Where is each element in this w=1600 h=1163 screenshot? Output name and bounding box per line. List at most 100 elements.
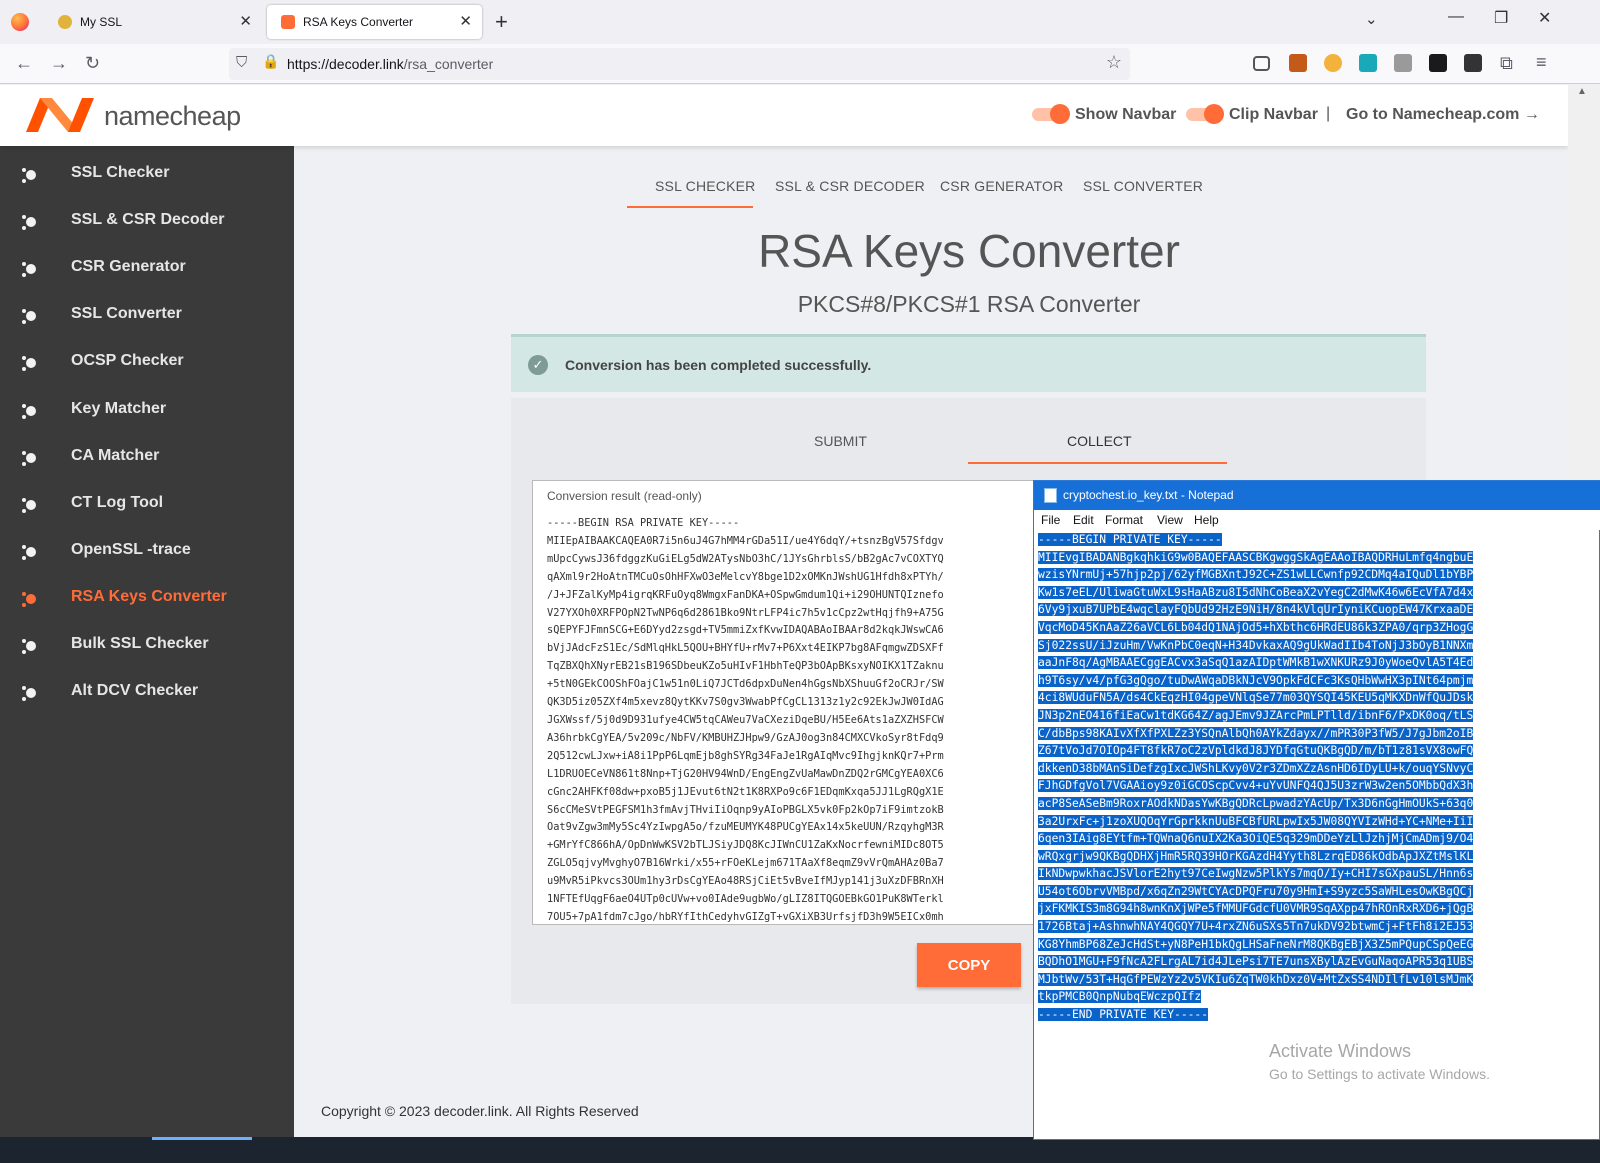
close-tab-icon[interactable]: ✕ xyxy=(459,12,472,30)
success-alert: ✓ Conversion has been completed successf… xyxy=(511,334,1426,392)
extension-a-icon[interactable] xyxy=(1429,54,1447,72)
extension-library-icon[interactable] xyxy=(1394,54,1412,72)
sidebar-item-label: CA Matcher xyxy=(71,446,160,464)
header-separator: | xyxy=(1326,105,1331,122)
extension-save-icon[interactable] xyxy=(1359,54,1377,72)
nodes-icon xyxy=(22,639,36,654)
tracking-shield-icon[interactable]: ⛉ xyxy=(236,54,247,71)
result-line: 1NFTEfUqgF6aeO4UTp0cUVw+vo0IAde9ugbWo/gL… xyxy=(547,893,944,906)
url-path: /rsa_converter xyxy=(403,56,494,72)
result-line: bVjJAdcFzS1Ec/SdMlqHkL5QOU+BHYfU+rMv7+P6… xyxy=(547,642,944,655)
show-navbar-toggle[interactable] xyxy=(1032,104,1070,124)
notepad-line: acP8SeASeBm9RoxrAOdkNDasYwKBgQDRcLpwadzY… xyxy=(1038,795,1578,813)
selected-text: MJbtWv/53T+HqGfPEWzYz2v5VKIu6ZqTW0khDxz0… xyxy=(1038,972,1474,986)
tab-csr-generator[interactable]: CSR GENERATOR xyxy=(940,178,1063,194)
sidebar-item[interactable]: Alt DCV Checker xyxy=(0,672,294,719)
lock-favicon-icon xyxy=(58,15,72,29)
nodes-icon xyxy=(22,356,36,372)
sidebar-item[interactable]: Bulk SSL Checker xyxy=(0,625,294,672)
sidebar-item[interactable]: OpenSSL -trace xyxy=(0,531,294,578)
minimize-icon[interactable]: — xyxy=(1448,8,1464,26)
list-tabs-chevron-icon[interactable]: ⌄ xyxy=(1365,10,1378,28)
tab-ssl-csr-decoder[interactable]: SSL & CSR DECODER xyxy=(775,178,925,194)
collect-tab-underline xyxy=(968,462,1227,464)
sidebar-item[interactable]: CA Matcher xyxy=(0,437,294,484)
notepad-line: tkpPMCB0QnpNubqEWczpQIfz xyxy=(1038,988,1578,1006)
clip-navbar-label[interactable]: Clip Navbar xyxy=(1229,106,1318,124)
result-line: QK3D5iz05ZXf4m5xevz8QytKKv7S0gv3WwabPfCg… xyxy=(547,696,944,709)
extension-sun-icon[interactable] xyxy=(1289,54,1307,72)
tab-my-ssl[interactable]: My SSL ✕ xyxy=(44,5,262,39)
selected-text: aaJnF8q/AgMBAAECggEACvx3aSqQ1azAIDptWMkB… xyxy=(1038,656,1474,670)
menu-edit[interactable]: Edit xyxy=(1073,513,1094,527)
conversion-result-textarea[interactable]: Conversion result (read-only) -----BEGIN… xyxy=(532,480,1052,925)
url-bar[interactable]: ⛉ 🔒 https://decoder.link/rsa_converter ☆ xyxy=(229,48,1130,80)
tab-ssl-converter[interactable]: SSL CONVERTER xyxy=(1083,178,1203,194)
new-tab-plus-icon[interactable]: + xyxy=(495,9,508,35)
sidebar-item[interactable]: SSL Converter xyxy=(0,295,294,342)
scroll-up-arrow-icon[interactable]: ▲ xyxy=(1577,86,1587,97)
notepad-line: VqcMoD45KnAaZ26aVCL6Lb04dQ1NAjOd5+hXbthc… xyxy=(1038,619,1578,637)
app-menu-icon[interactable]: ≡ xyxy=(1536,52,1547,73)
menu-format[interactable]: Format xyxy=(1105,513,1143,527)
extension-brush-icon[interactable] xyxy=(1324,54,1342,72)
pocket-icon[interactable] xyxy=(1253,56,1270,71)
result-line: L1DRUOECeVN861t8Nnp+TjG20HV94WnD/EngEngZ… xyxy=(547,767,944,780)
forward-arrow-icon[interactable]: → xyxy=(50,53,68,74)
result-line: 2Q512cwLJxw+iA8i1PpP6LqmEjb8ghSYRg34FaJe… xyxy=(547,749,944,762)
notepad-line: wRQxgrjw9QKBgQDHXjHmR5RQ39HOrKGAzdH4Yyth… xyxy=(1038,848,1578,866)
result-text: -----BEGIN RSA PRIVATE KEY----- MIIEpAIBA… xyxy=(547,515,1047,924)
notepad-line: BQDhO1MGU+F9fNcA2FLrgAL7id4JLePsi7TE7uns… xyxy=(1038,953,1578,971)
clip-navbar-toggle[interactable] xyxy=(1186,104,1224,124)
taskbar-active-indicator xyxy=(152,1137,252,1140)
copy-button[interactable]: COPY xyxy=(917,943,1021,987)
firefox-icon[interactable] xyxy=(11,13,29,31)
notepad-line: IkNDwpwkhacJSVlorE2hyt97CeIwgNzw5PlkYs7m… xyxy=(1038,865,1578,883)
selected-text: KG8YhmBP68ZeJcHdSt+yN8PeH1bkQgLHSaFneNrM… xyxy=(1038,937,1474,951)
nodes-icon xyxy=(22,591,36,607)
sidebar-item[interactable]: CT Log Tool xyxy=(0,484,294,531)
sidebar: SSL Checker SSL & CSR Decoder CSR Generato… xyxy=(0,146,294,1137)
tab-rsa-keys-converter[interactable]: RSA Keys Converter ✕ xyxy=(267,5,482,39)
close-window-icon[interactable]: ✕ xyxy=(1538,8,1551,28)
sidebar-item[interactable]: SSL Checker xyxy=(0,154,294,201)
notepad-line: KG8YhmBP68ZeJcHdSt+yN8PeH1bkQgLHSaFneNrM… xyxy=(1038,936,1578,954)
sidebar-item[interactable]: OCSP Checker xyxy=(0,342,294,389)
submit-tab[interactable]: SUBMIT xyxy=(814,433,867,449)
reload-icon[interactable]: ↻ xyxy=(85,53,100,74)
close-tab-icon[interactable]: ✕ xyxy=(239,12,252,30)
extensions-puzzle-icon[interactable]: ⧉ xyxy=(1500,53,1513,74)
sidebar-item[interactable]: CSR Generator xyxy=(0,248,294,295)
logo-text[interactable]: namecheap xyxy=(104,101,241,132)
url-text[interactable]: https://decoder.link/rsa_converter xyxy=(287,56,493,72)
sidebar-item[interactable]: Key Matcher xyxy=(0,390,294,437)
sidebar-item[interactable]: SSL & CSR Decoder xyxy=(0,201,294,248)
result-label: Conversion result (read-only) xyxy=(547,489,702,503)
padlock-icon[interactable]: 🔒 xyxy=(262,53,279,70)
menu-view[interactable]: View xyxy=(1157,513,1183,527)
sidebar-item-label: CSR Generator xyxy=(71,258,186,276)
menu-file[interactable]: File xyxy=(1041,513,1060,527)
restore-icon[interactable]: ❐ xyxy=(1494,8,1508,28)
tab-ssl-checker[interactable]: SSL CHECKER xyxy=(655,178,756,194)
selected-text: h9T6sy/v4/pfG3gQgo/tuDwAWqaDBkNJcV9OpkFd… xyxy=(1038,673,1474,687)
bookmark-star-icon[interactable]: ☆ xyxy=(1106,52,1122,73)
extension-se-icon[interactable] xyxy=(1464,54,1482,72)
result-line: u9MvR5iPkvcs3OUm1hy3rDsCgYEAo48RSjCiEt5v… xyxy=(547,875,944,888)
notepad-titlebar[interactable]: cryptochest.io_key.txt - Notepad xyxy=(1034,481,1600,510)
collect-tab[interactable]: COLLECT xyxy=(1067,433,1132,449)
go-to-namecheap-link[interactable]: Go to Namecheap.com → xyxy=(1346,106,1540,124)
namecheap-logo-icon[interactable] xyxy=(24,94,96,134)
result-line: +GMrYfC866hA/OpDnWwKSV2bTLJSiyJDQ8KcJIWn… xyxy=(547,839,944,852)
active-tab-underline xyxy=(627,206,753,208)
back-arrow-icon[interactable]: ← xyxy=(15,53,33,74)
notepad-line: 6qen3IAig8EYtfm+TQWnaQ6nuIX2Ka3OiQE5q329… xyxy=(1038,830,1578,848)
result-line: qAXml9r2HoAtnTMCuOsOhHFXwO3eMelcvY8bge1D… xyxy=(547,570,944,583)
notepad-window[interactable]: cryptochest.io_key.txt - Notepad File Ed… xyxy=(1033,480,1600,1140)
selected-text: dkkenD38bMAnSiDefzgIxcJWShLKvy0V2r3ZDmXZ… xyxy=(1038,761,1474,775)
toggle-knob xyxy=(1050,104,1070,124)
sidebar-item[interactable]: RSA Keys Converter xyxy=(0,578,294,625)
menu-help[interactable]: Help xyxy=(1194,513,1219,527)
notepad-line: U54ot6ObrvVMBpd/x6qZn29WtCYAcDPQFru70y9H… xyxy=(1038,883,1578,901)
show-navbar-label[interactable]: Show Navbar xyxy=(1075,106,1176,124)
